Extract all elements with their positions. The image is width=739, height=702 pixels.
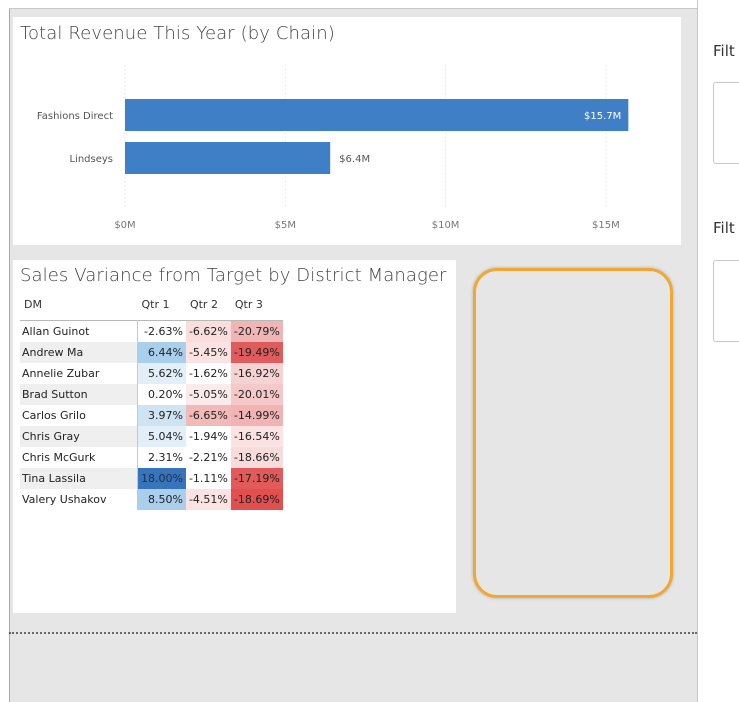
dm-name-cell: Valery Ushakov	[20, 489, 138, 510]
category-label: Lindseys	[69, 154, 113, 165]
variance-cell-q3: -17.19%	[230, 468, 283, 489]
x-tick-label: $10M	[432, 220, 460, 231]
column-header-qtr1[interactable]: Qtr 1	[138, 298, 186, 321]
variance-cell-q3: -20.79%	[230, 320, 283, 342]
dm-name-cell: Annelie Zubar	[20, 363, 138, 384]
x-tick-label: $5M	[275, 220, 296, 231]
variance-cell-q2: -4.51%	[185, 489, 231, 510]
x-tick-label: $15M	[592, 220, 620, 231]
page-boundary-line	[9, 632, 697, 634]
dm-name-cell: Brad Sutton	[20, 384, 138, 405]
variance-cell-q1: 3.97%	[137, 405, 186, 426]
variance-cell-q3: -20.01%	[230, 384, 283, 405]
bar	[125, 142, 331, 174]
variance-cell-q2: -5.45%	[185, 342, 231, 363]
table-row[interactable]: Carlos Grilo 3.97% -6.65% -14.99%	[20, 405, 283, 426]
sales-variance-matrix-visual[interactable]: Sales Variance from Target by District M…	[13, 260, 456, 613]
dm-name-cell: Andrew Ma	[20, 342, 138, 363]
variance-cell-q2: -2.21%	[185, 447, 231, 468]
canvas-border	[9, 8, 697, 9]
variance-cell-q1: 0.20%	[137, 384, 186, 405]
variance-cell-q2: -6.62%	[185, 320, 231, 342]
variance-cell-q1: 5.04%	[137, 426, 186, 447]
data-label: $15.7M	[584, 111, 621, 122]
dm-name-cell: Tina Lassila	[20, 468, 138, 489]
variance-cell-q2: -6.65%	[185, 405, 231, 426]
table-row[interactable]: Allan Guinot -2.63% -6.62% -20.79%	[20, 320, 283, 342]
table-row[interactable]: Chris Gray 5.04% -1.94% -16.54%	[20, 426, 283, 447]
table-row[interactable]: Andrew Ma 6.44% -5.45% -19.49%	[20, 342, 283, 363]
dm-name-cell: Carlos Grilo	[20, 405, 138, 426]
variance-cell-q3: -16.92%	[230, 363, 283, 384]
variance-cell-q3: -18.69%	[230, 489, 283, 510]
variance-cell-q1: 8.50%	[137, 489, 186, 510]
dm-name-cell: Chris Gray	[20, 426, 138, 447]
variance-cell-q3: -18.66%	[230, 447, 283, 468]
dm-name-cell: Allan Guinot	[20, 320, 138, 342]
dm-name-cell: Chris McGurk	[20, 447, 138, 468]
variance-cell-q1: 18.00%	[137, 468, 186, 489]
filter-drop-well[interactable]	[713, 260, 739, 342]
variance-cell-q1: 2.31%	[137, 447, 186, 468]
variance-cell-q3: -16.54%	[230, 426, 283, 447]
variance-cell-q2: -5.05%	[185, 384, 231, 405]
bar	[125, 99, 629, 131]
variance-cell-q2: -1.62%	[185, 363, 231, 384]
bar-chart-svg: $0M $5M $10M $15M Fashions Direct $15.7M Linds…	[37, 65, 629, 231]
table-row[interactable]: Tina Lassila 18.00% -1.11% -17.19%	[20, 468, 283, 489]
table-row[interactable]: Annelie Zubar 5.62% -1.62% -16.92%	[20, 363, 283, 384]
variance-cell-q1: 5.62%	[137, 363, 186, 384]
table-row[interactable]: Brad Sutton 0.20% -5.05% -20.01%	[20, 384, 283, 405]
empty-visual-placeholder[interactable]	[473, 268, 673, 598]
variance-cell-q3: -14.99%	[230, 405, 283, 426]
x-tick-label: $0M	[114, 220, 135, 231]
column-header-qtr2[interactable]: Qtr 2	[186, 298, 231, 321]
variance-cell-q1: 6.44%	[137, 342, 186, 363]
data-label: $6.4M	[339, 154, 370, 165]
variance-cell-q3: -19.49%	[230, 342, 283, 363]
revenue-bar-chart-visual[interactable]: Total Revenue This Year (by Chain) $0M $5…	[13, 17, 681, 245]
variance-cell-q2: -1.11%	[185, 468, 231, 489]
pane-divider	[697, 0, 698, 702]
variance-cell-q2: -1.94%	[185, 426, 231, 447]
filter-drop-well[interactable]	[713, 82, 739, 164]
filter-section-heading: Filt	[713, 219, 735, 237]
canvas-border	[9, 8, 10, 702]
column-header-qtr3[interactable]: Qtr 3	[231, 298, 283, 321]
matrix-table: DM Qtr 1 Qtr 2 Qtr 3 Allan Guinot -2.63% -…	[20, 298, 283, 510]
table-row[interactable]: Chris McGurk 2.31% -2.21% -18.66%	[20, 447, 283, 468]
category-label: Fashions Direct	[37, 111, 113, 122]
table-row[interactable]: Valery Ushakov 8.50% -4.51% -18.69%	[20, 489, 283, 510]
matrix-header-row: DM Qtr 1 Qtr 2 Qtr 3	[20, 298, 283, 321]
variance-cell-q1: -2.63%	[137, 320, 186, 342]
filter-section-heading: Filt	[713, 42, 735, 60]
column-header-dm[interactable]: DM	[20, 298, 138, 321]
matrix-title: Sales Variance from Target by District M…	[20, 265, 447, 286]
